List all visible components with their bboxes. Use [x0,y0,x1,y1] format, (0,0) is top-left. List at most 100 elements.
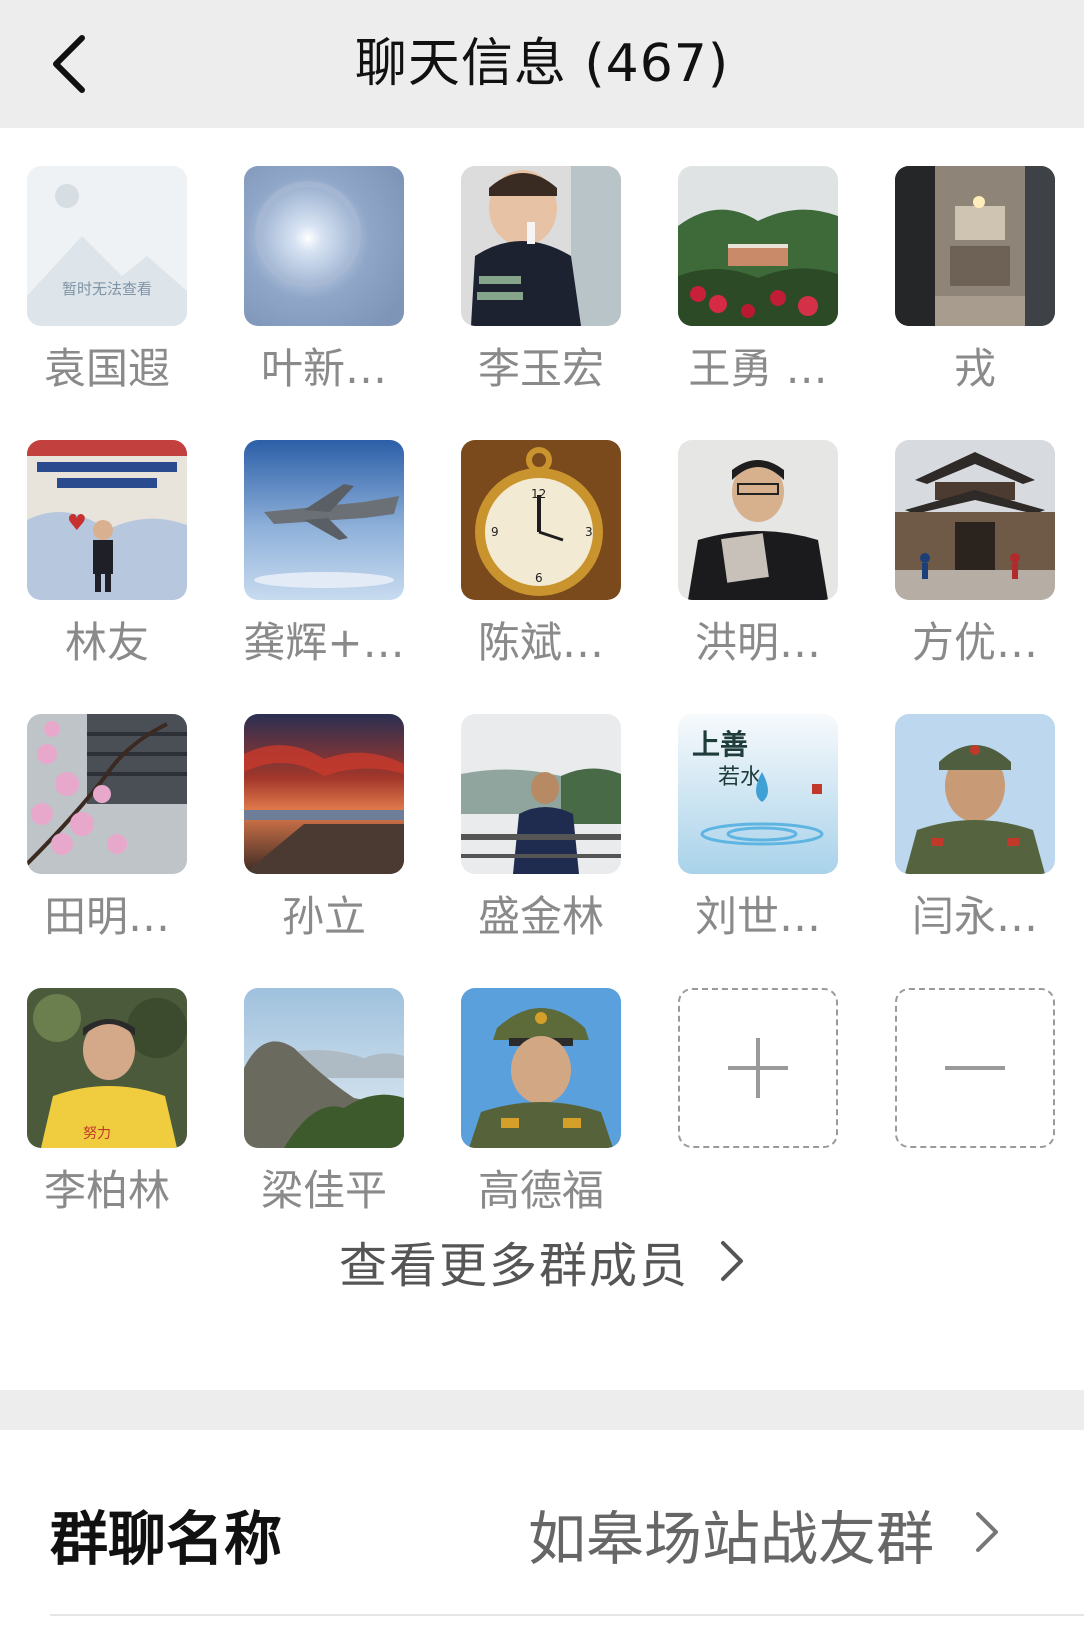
member-grid: 暂时无法查看 袁国遐 叶新… 李玉宏 王勇 … 戎 ♥ 林友 龚辉+… 12 3… [27,166,1055,1262]
member-name: 陈斌… [477,618,604,667]
svg-text:12: 12 [531,487,546,501]
svg-text:♥: ♥ [67,511,87,536]
remove-member-box [895,988,1055,1148]
avatar: 上善 若水 [678,714,838,874]
member-item[interactable]: 王勇 … [678,166,838,440]
avatar: ♥ [27,440,187,600]
view-more-members-label: 查看更多群成员 [338,1238,689,1294]
member-item[interactable]: 梁佳平 [244,988,404,1262]
member-name: 袁国遐 [43,344,170,393]
avatar: 12 3 6 9 [461,440,621,600]
member-name: 叶新… [260,344,387,393]
avatar [461,714,621,874]
member-name: 林友 [64,618,149,667]
temple-gate-photo [895,440,1055,600]
man-lakeside-photo [461,714,621,874]
avatar [895,440,1055,600]
avatar [27,714,187,874]
remove-member-button[interactable] [895,988,1055,1262]
member-item[interactable]: 努力 李柏林 [27,988,187,1262]
member-item[interactable]: 戎 [895,166,1055,440]
member-name: 梁佳平 [260,1166,387,1215]
avatar [895,714,1055,874]
placeholder-text: 暂时无法查看 [62,280,152,298]
room-interior-photo [895,166,1055,326]
avatar: 努力 [27,988,187,1148]
avatar [895,166,1055,326]
placeholder-image-icon: 暂时无法查看 [27,166,187,326]
avatar [678,440,838,600]
member-name: 李玉宏 [477,344,604,393]
avatar [244,440,404,600]
member-item[interactable]: 洪明… [678,440,838,714]
view-more-members-link[interactable]: 查看更多群成员 [0,1226,1084,1296]
officer-portrait-photo [461,988,621,1148]
member-name: 戎 [953,344,996,393]
member-item[interactable]: 孙立 [244,714,404,988]
avatar [461,988,621,1148]
svg-text:9: 9 [491,525,499,539]
member-item[interactable]: 上善 若水 刘世… [678,714,838,988]
member-name: 李柏林 [43,1166,170,1215]
avatar [461,166,621,326]
member-item[interactable]: 叶新… [244,166,404,440]
group-name-label: 群聊名称 [50,1505,283,1573]
avatar [244,714,404,874]
member-item[interactable]: 12 3 6 9 陈斌… [461,440,621,714]
chat-info-page: 聊天信息 (467) 暂时无法查看 袁国遐 叶新… 李玉宏 王勇 … 戎 ♥ 林… [0,0,1084,1626]
member-name: 龚辉+… [243,618,405,667]
svg-text:上善: 上善 [692,728,748,761]
minus-icon [945,1066,1005,1070]
chevron-right-icon [719,1239,745,1283]
section-divider [0,1390,1084,1430]
garden-landscape-photo [678,166,838,326]
child-poster-photo: ♥ [27,440,187,600]
member-item[interactable]: 田明… [27,714,187,988]
member-name: 田明… [43,892,170,941]
member-name: 刘世… [694,892,821,941]
group-name-value: 如皋场站战友群 [527,1505,934,1573]
add-member-button[interactable] [678,988,838,1262]
member-name: 高德福 [477,1166,604,1215]
group-name-row[interactable]: 群聊名称 如皋场站战友群 [0,1430,1084,1626]
member-name: 洪明… [694,618,821,667]
fighter-jet-photo [244,440,404,600]
member-name: 盛金林 [477,892,604,941]
sun-halo-photo [244,166,404,326]
member-name: 孙立 [281,892,366,941]
chevron-right-icon [974,1510,1000,1558]
member-item[interactable]: 方优… [895,440,1055,714]
pocket-watch-photo: 12 3 6 9 [461,440,621,600]
man-yellow-shirt-photo: 努力 [27,988,187,1148]
avatar [244,988,404,1148]
man-reading-photo [678,440,838,600]
soldier-portrait-photo [895,714,1055,874]
svg-text:3: 3 [585,525,593,539]
member-item[interactable]: 暂时无法查看 袁国遐 [27,166,187,440]
member-name: 闫永… [911,892,1038,941]
water-drop-calligraphy: 上善 若水 [678,714,838,874]
svg-text:努力: 努力 [83,1126,111,1142]
member-item[interactable]: 闫永… [895,714,1055,988]
child-photo [461,166,621,326]
header-bar: 聊天信息 (467) [0,0,1084,128]
avatar [244,166,404,326]
svg-text:若水: 若水 [718,765,762,790]
member-name: 方优… [911,618,1038,667]
svg-text:6: 6 [535,571,543,585]
row-divider [50,1614,1084,1616]
member-item[interactable]: 高德福 [461,988,621,1262]
page-title: 聊天信息 (467) [354,34,730,94]
add-member-box [678,988,838,1148]
avatar [678,166,838,326]
member-name: 王勇 … [688,344,828,393]
sunset-beach-photo [244,714,404,874]
member-item[interactable]: 盛金林 [461,714,621,988]
member-item[interactable]: 李玉宏 [461,166,621,440]
blossom-photo [27,714,187,874]
mountain-photo [244,988,404,1148]
members-panel: 暂时无法查看 袁国遐 叶新… 李玉宏 王勇 … 戎 ♥ 林友 龚辉+… 12 3… [0,128,1084,1390]
avatar: 暂时无法查看 [27,166,187,326]
member-item[interactable]: 龚辉+… [243,440,405,714]
member-item[interactable]: ♥ 林友 [27,440,187,714]
